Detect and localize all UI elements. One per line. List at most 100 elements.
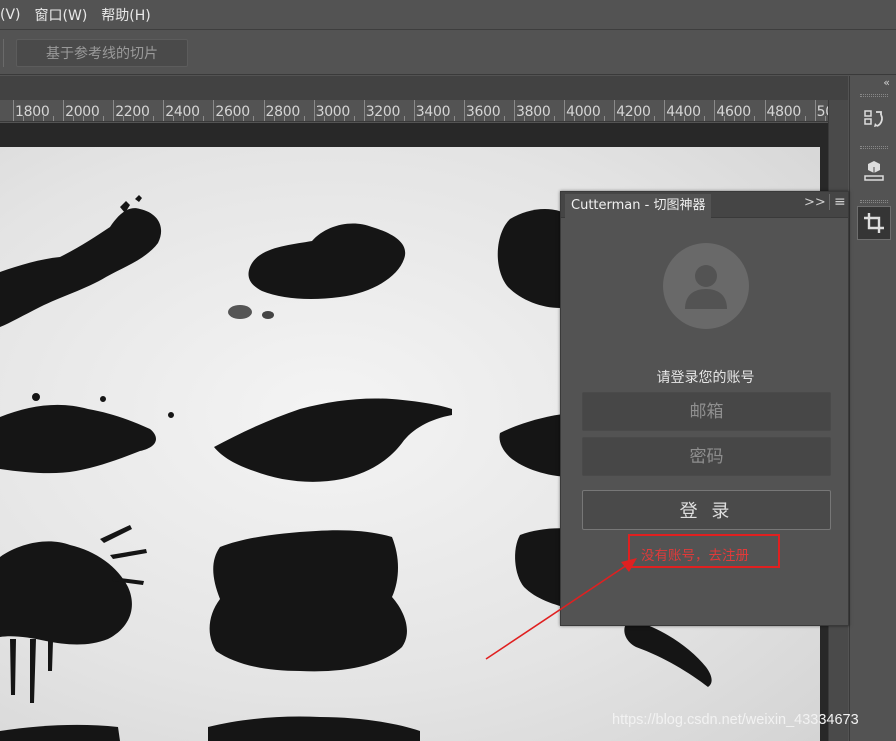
ruler-minor-tick	[493, 116, 495, 121]
ruler-minor-tick	[273, 116, 275, 121]
ruler-minor-tick	[103, 116, 105, 121]
menu-help[interactable]: 帮助(H)	[101, 5, 156, 25]
ruler-minor-tick	[173, 116, 175, 121]
options-separator	[3, 39, 4, 67]
ink-splatter-4	[0, 404, 156, 474]
ruler-tick-label: 50	[816, 104, 828, 120]
ruler-major-tick	[413, 100, 415, 121]
ruler-minor-tick	[734, 116, 736, 121]
ruler-major-tick	[664, 100, 666, 121]
ruler-minor-tick	[684, 116, 686, 121]
ruler-major-tick	[714, 100, 716, 121]
horizontal-ruler: 1800 2000 2200 2400 2600 2800 3000 3200 3400 3600…	[0, 100, 828, 122]
ruler-minor-tick	[233, 116, 235, 121]
ruler-minor-tick	[93, 116, 95, 121]
dock-grip[interactable]	[860, 146, 888, 149]
brush-tail	[624, 619, 712, 687]
ruler-major-tick	[814, 100, 816, 121]
history-icon[interactable]	[857, 102, 891, 136]
ruler-minor-tick	[624, 116, 626, 121]
ruler-major-tick	[163, 100, 165, 121]
ruler-minor-tick	[53, 116, 55, 121]
ruler-minor-tick	[704, 116, 706, 121]
watermark: https://blog.csdn.net/weixin_43334673	[612, 712, 859, 728]
ruler-minor-tick	[804, 116, 806, 121]
ruler-minor-tick	[303, 116, 305, 121]
collapse-dock-icon[interactable]: «	[883, 76, 890, 89]
3d-icon[interactable]	[857, 154, 891, 188]
photoshop-window: (V) 窗口(W) 帮助(H) 基于参考线的切片 1800 2000 2200 240…	[0, 0, 896, 741]
ruler-minor-tick	[503, 116, 505, 121]
ruler-minor-tick	[694, 116, 696, 121]
ruler-major-tick	[313, 100, 315, 121]
ruler-major-tick	[63, 100, 65, 121]
cutterman-header: Cutterman - 切图神器 >> ≡	[561, 192, 848, 218]
ruler-minor-tick	[644, 116, 646, 121]
ruler-minor-tick	[343, 116, 345, 121]
ruler-major-tick	[13, 100, 14, 121]
email-input[interactable]	[582, 392, 831, 431]
ruler-major-tick	[614, 100, 616, 121]
ruler-minor-tick	[243, 116, 245, 121]
ruler-minor-tick	[33, 116, 35, 121]
annotation-highlight-box	[628, 534, 780, 568]
password-input[interactable]	[582, 437, 831, 476]
right-panel-dock: «	[849, 76, 896, 741]
ruler-major-tick	[463, 100, 465, 121]
ruler-major-tick	[564, 100, 566, 121]
menu-view[interactable]: (V)	[0, 7, 27, 23]
ruler-minor-tick	[634, 116, 636, 121]
ruler-minor-tick	[794, 116, 796, 121]
ruler-minor-tick	[83, 116, 85, 121]
panel-menu-icon[interactable]: ≡	[829, 194, 846, 210]
ruler-minor-tick	[433, 116, 435, 121]
ruler-minor-tick	[193, 116, 195, 121]
ruler-minor-tick	[554, 116, 556, 121]
ruler-minor-tick	[784, 116, 786, 121]
ruler-major-tick	[764, 100, 766, 121]
menu-window[interactable]: 窗口(W)	[35, 5, 94, 25]
brush-stroke-1	[214, 398, 452, 482]
crop-icon[interactable]	[857, 206, 891, 240]
ruler-minor-tick	[674, 116, 676, 121]
ruler-minor-tick	[133, 116, 135, 121]
login-title: 请登录您的账号	[656, 370, 755, 386]
ruler-minor-tick	[223, 116, 225, 121]
ruler-minor-tick	[574, 116, 576, 121]
document-tab-strip	[0, 76, 848, 100]
ruler-minor-tick	[524, 116, 526, 121]
ruler-minor-tick	[333, 116, 335, 121]
ruler-major-tick	[363, 100, 365, 121]
ruler-major-tick	[113, 100, 115, 121]
ruler-minor-tick	[824, 116, 826, 121]
ruler-major-tick	[213, 100, 215, 121]
ruler-minor-tick	[403, 116, 405, 121]
ruler-minor-tick	[584, 116, 586, 121]
ruler-minor-tick	[203, 116, 205, 121]
ink-splatter-2	[248, 223, 406, 299]
ruler-minor-tick	[443, 116, 445, 121]
ruler-major-tick	[263, 100, 265, 121]
dock-grip[interactable]	[860, 200, 888, 203]
ruler-minor-tick	[453, 116, 455, 121]
ruler-minor-tick	[544, 116, 546, 121]
expand-panel-icon[interactable]: >>	[804, 195, 826, 210]
login-button[interactable]: 登 录	[582, 490, 831, 530]
ruler-minor-tick	[353, 116, 355, 121]
ruler-minor-tick	[724, 116, 726, 121]
slices-from-guides-button[interactable]: 基于参考线的切片	[16, 39, 188, 67]
ruler-minor-tick	[43, 116, 45, 121]
ruler-major-tick	[514, 100, 515, 121]
ruler-minor-tick	[153, 116, 155, 121]
ruler-minor-tick	[293, 116, 295, 121]
ruler-minor-tick	[534, 116, 536, 121]
ruler-minor-tick	[744, 116, 746, 121]
ruler-minor-tick	[483, 116, 485, 121]
dock-grip[interactable]	[860, 94, 888, 97]
cutterman-tab[interactable]: Cutterman - 切图神器	[565, 194, 712, 218]
ruler-minor-tick	[423, 116, 425, 121]
options-bar: 基于参考线的切片	[0, 31, 896, 75]
ruler-minor-tick	[253, 116, 255, 121]
ruler-minor-tick	[604, 116, 606, 121]
ruler-minor-tick	[594, 116, 596, 121]
